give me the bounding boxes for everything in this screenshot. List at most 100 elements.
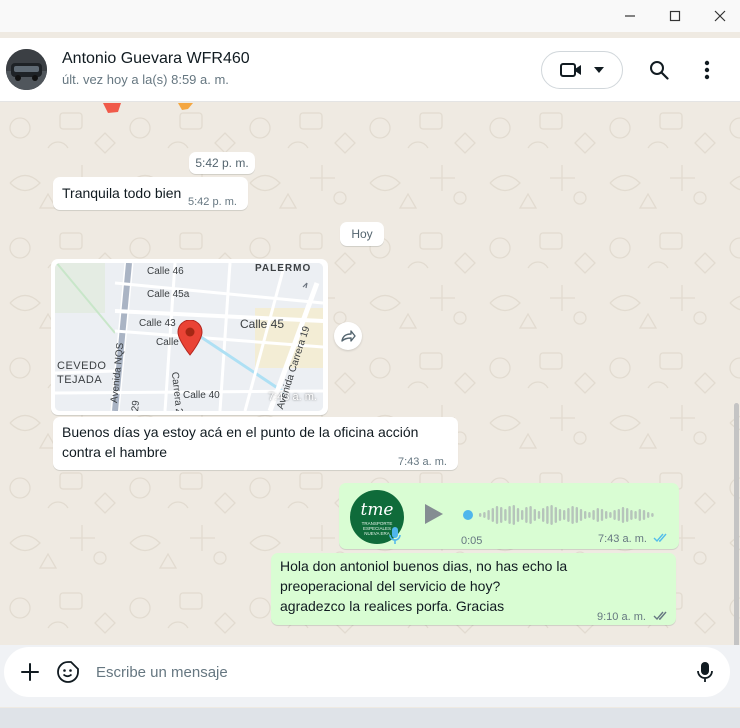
- map-label: PALERMO: [255, 263, 312, 274]
- date-pill: Hoy: [340, 222, 384, 246]
- waveform-bar: [571, 506, 574, 524]
- close-window-button[interactable]: [697, 0, 740, 32]
- waveform-bar: [525, 507, 528, 523]
- map-label: 29: [130, 399, 143, 411]
- waveform-bar: [613, 510, 616, 520]
- attach-button[interactable]: [18, 660, 42, 684]
- microphone-icon: [697, 662, 713, 682]
- conversation-header: Antonio Guevara WFR460 últ. vez hoy a la…: [0, 38, 740, 102]
- play-icon: [425, 504, 443, 524]
- message-line: preoperacional del servicio de hoy?: [280, 578, 501, 594]
- message-time: 7:43 a. m.: [268, 391, 317, 403]
- message-line: agradezco la realices porfa. Gracias: [280, 598, 505, 614]
- last-seen-status: últ. vez hoy a la(s) 8:59 a. m.: [62, 72, 229, 87]
- waveform-bar: [575, 507, 578, 523]
- minimize-icon: [625, 15, 635, 17]
- waveform-bar: [491, 508, 494, 522]
- waveform-bar: [642, 510, 646, 520]
- read-receipt-icon: [653, 533, 667, 543]
- forward-icon: [341, 330, 356, 342]
- waveform-bar: [500, 507, 503, 523]
- forward-button[interactable]: [334, 322, 362, 350]
- incoming-message[interactable]: Tranquila todo bien 5:42 p. m.: [53, 177, 248, 210]
- waveform-bar: [546, 506, 549, 524]
- waveform-bar: [600, 509, 604, 521]
- location-message[interactable]: PALERMO Calle 46 Calle 45a Calle 43 Call…: [51, 259, 328, 415]
- map-label: TEJADA: [57, 374, 103, 386]
- waveform-bar: [542, 508, 545, 522]
- chevron-down-icon: [594, 67, 604, 73]
- contact-avatar[interactable]: [6, 49, 47, 90]
- video-call-button[interactable]: [541, 51, 623, 89]
- sticker-icon: [57, 661, 79, 683]
- waveform-bar: [626, 508, 629, 522]
- menu-button[interactable]: [695, 58, 719, 82]
- waveform-bar: [554, 507, 557, 523]
- voice-waveform[interactable]: [463, 500, 663, 530]
- message-text: Hola don antoniol buenos dias, no has ec…: [280, 556, 567, 616]
- waveform-bar: [647, 512, 650, 518]
- waveform-bar: [550, 505, 553, 525]
- play-button[interactable]: [421, 501, 445, 527]
- waveform-bar: [529, 506, 532, 524]
- search-icon: [650, 61, 669, 80]
- waveform-bar: [521, 510, 524, 520]
- waveform-bar: [651, 513, 654, 517]
- plus-icon: [21, 663, 39, 681]
- waveform-bar: [487, 510, 490, 520]
- waveform-bar: [567, 508, 570, 522]
- location-map[interactable]: PALERMO Calle 46 Calle 45a Calle 43 Call…: [55, 263, 323, 411]
- waveform-bar: [634, 511, 637, 519]
- waveform-bar: [516, 508, 520, 522]
- message-composer: [0, 645, 740, 707]
- outgoing-message[interactable]: Hola don antoniol buenos dias, no has ec…: [271, 553, 676, 625]
- waveform-bar: [579, 509, 583, 521]
- waveform-bar: [630, 510, 633, 520]
- avatar-photo: [6, 49, 47, 90]
- map-label: Calle 40: [183, 390, 220, 401]
- waveform-bar: [479, 513, 482, 517]
- message-time: 7:43 a. m.: [398, 456, 447, 468]
- waveform-bar: [592, 510, 595, 520]
- map-label: Calle 43: [139, 318, 176, 329]
- brand-logo-text: tme: [360, 500, 394, 520]
- message-list[interactable]: 5:42 p. m. Tranquila todo bien 5:42 p. m…: [0, 103, 740, 645]
- voice-record-button[interactable]: [693, 660, 717, 684]
- waveform-bar: [584, 511, 587, 519]
- message-time: 7:43 a. m.: [598, 533, 647, 545]
- waveform-bar: [638, 509, 641, 521]
- waveform-bar: [558, 509, 562, 521]
- message-time: 5:42 p. m.: [188, 196, 237, 208]
- waveform-bar: [508, 506, 511, 524]
- map-label: Calle 45a: [147, 289, 190, 300]
- read-receipt-icon: [653, 611, 667, 621]
- os-taskbar: [0, 708, 740, 728]
- sticker-button[interactable]: [56, 660, 80, 684]
- voice-duration: 0:05: [461, 535, 483, 547]
- chat-scrollbar[interactable]: [734, 403, 739, 645]
- composer-box: [4, 647, 730, 697]
- microphone-badge-icon: [389, 527, 401, 544]
- waveform-bar: [605, 511, 608, 519]
- map-pin-icon: [177, 320, 203, 356]
- incoming-message[interactable]: Buenos días ya estoy acá en el punto de …: [53, 417, 458, 470]
- maximize-window-button[interactable]: [652, 0, 698, 32]
- waveform-bar: [596, 508, 599, 522]
- waveform-bar: [483, 512, 486, 518]
- outgoing-voice-message[interactable]: tme TRANSPORTE ESPECIALES NUEVA ERA 0:05…: [339, 483, 679, 549]
- message-text: Buenos días ya estoy acá en el punto de …: [62, 424, 419, 460]
- video-camera-icon: [560, 63, 581, 77]
- more-vert-icon: [704, 60, 710, 80]
- playhead-dot[interactable]: [463, 510, 473, 520]
- message-input[interactable]: [96, 661, 676, 683]
- waveform-bar: [533, 509, 536, 521]
- waveform-bar: [495, 506, 499, 524]
- minimize-window-button[interactable]: [607, 0, 653, 32]
- time-pill: 5:42 p. m.: [189, 152, 255, 174]
- waveform-bar: [588, 512, 591, 518]
- waveform-bar: [617, 509, 620, 521]
- search-button[interactable]: [647, 58, 671, 82]
- close-icon: [714, 10, 726, 22]
- waveform-bar: [609, 512, 612, 518]
- contact-name[interactable]: Antonio Guevara WFR460: [62, 50, 250, 68]
